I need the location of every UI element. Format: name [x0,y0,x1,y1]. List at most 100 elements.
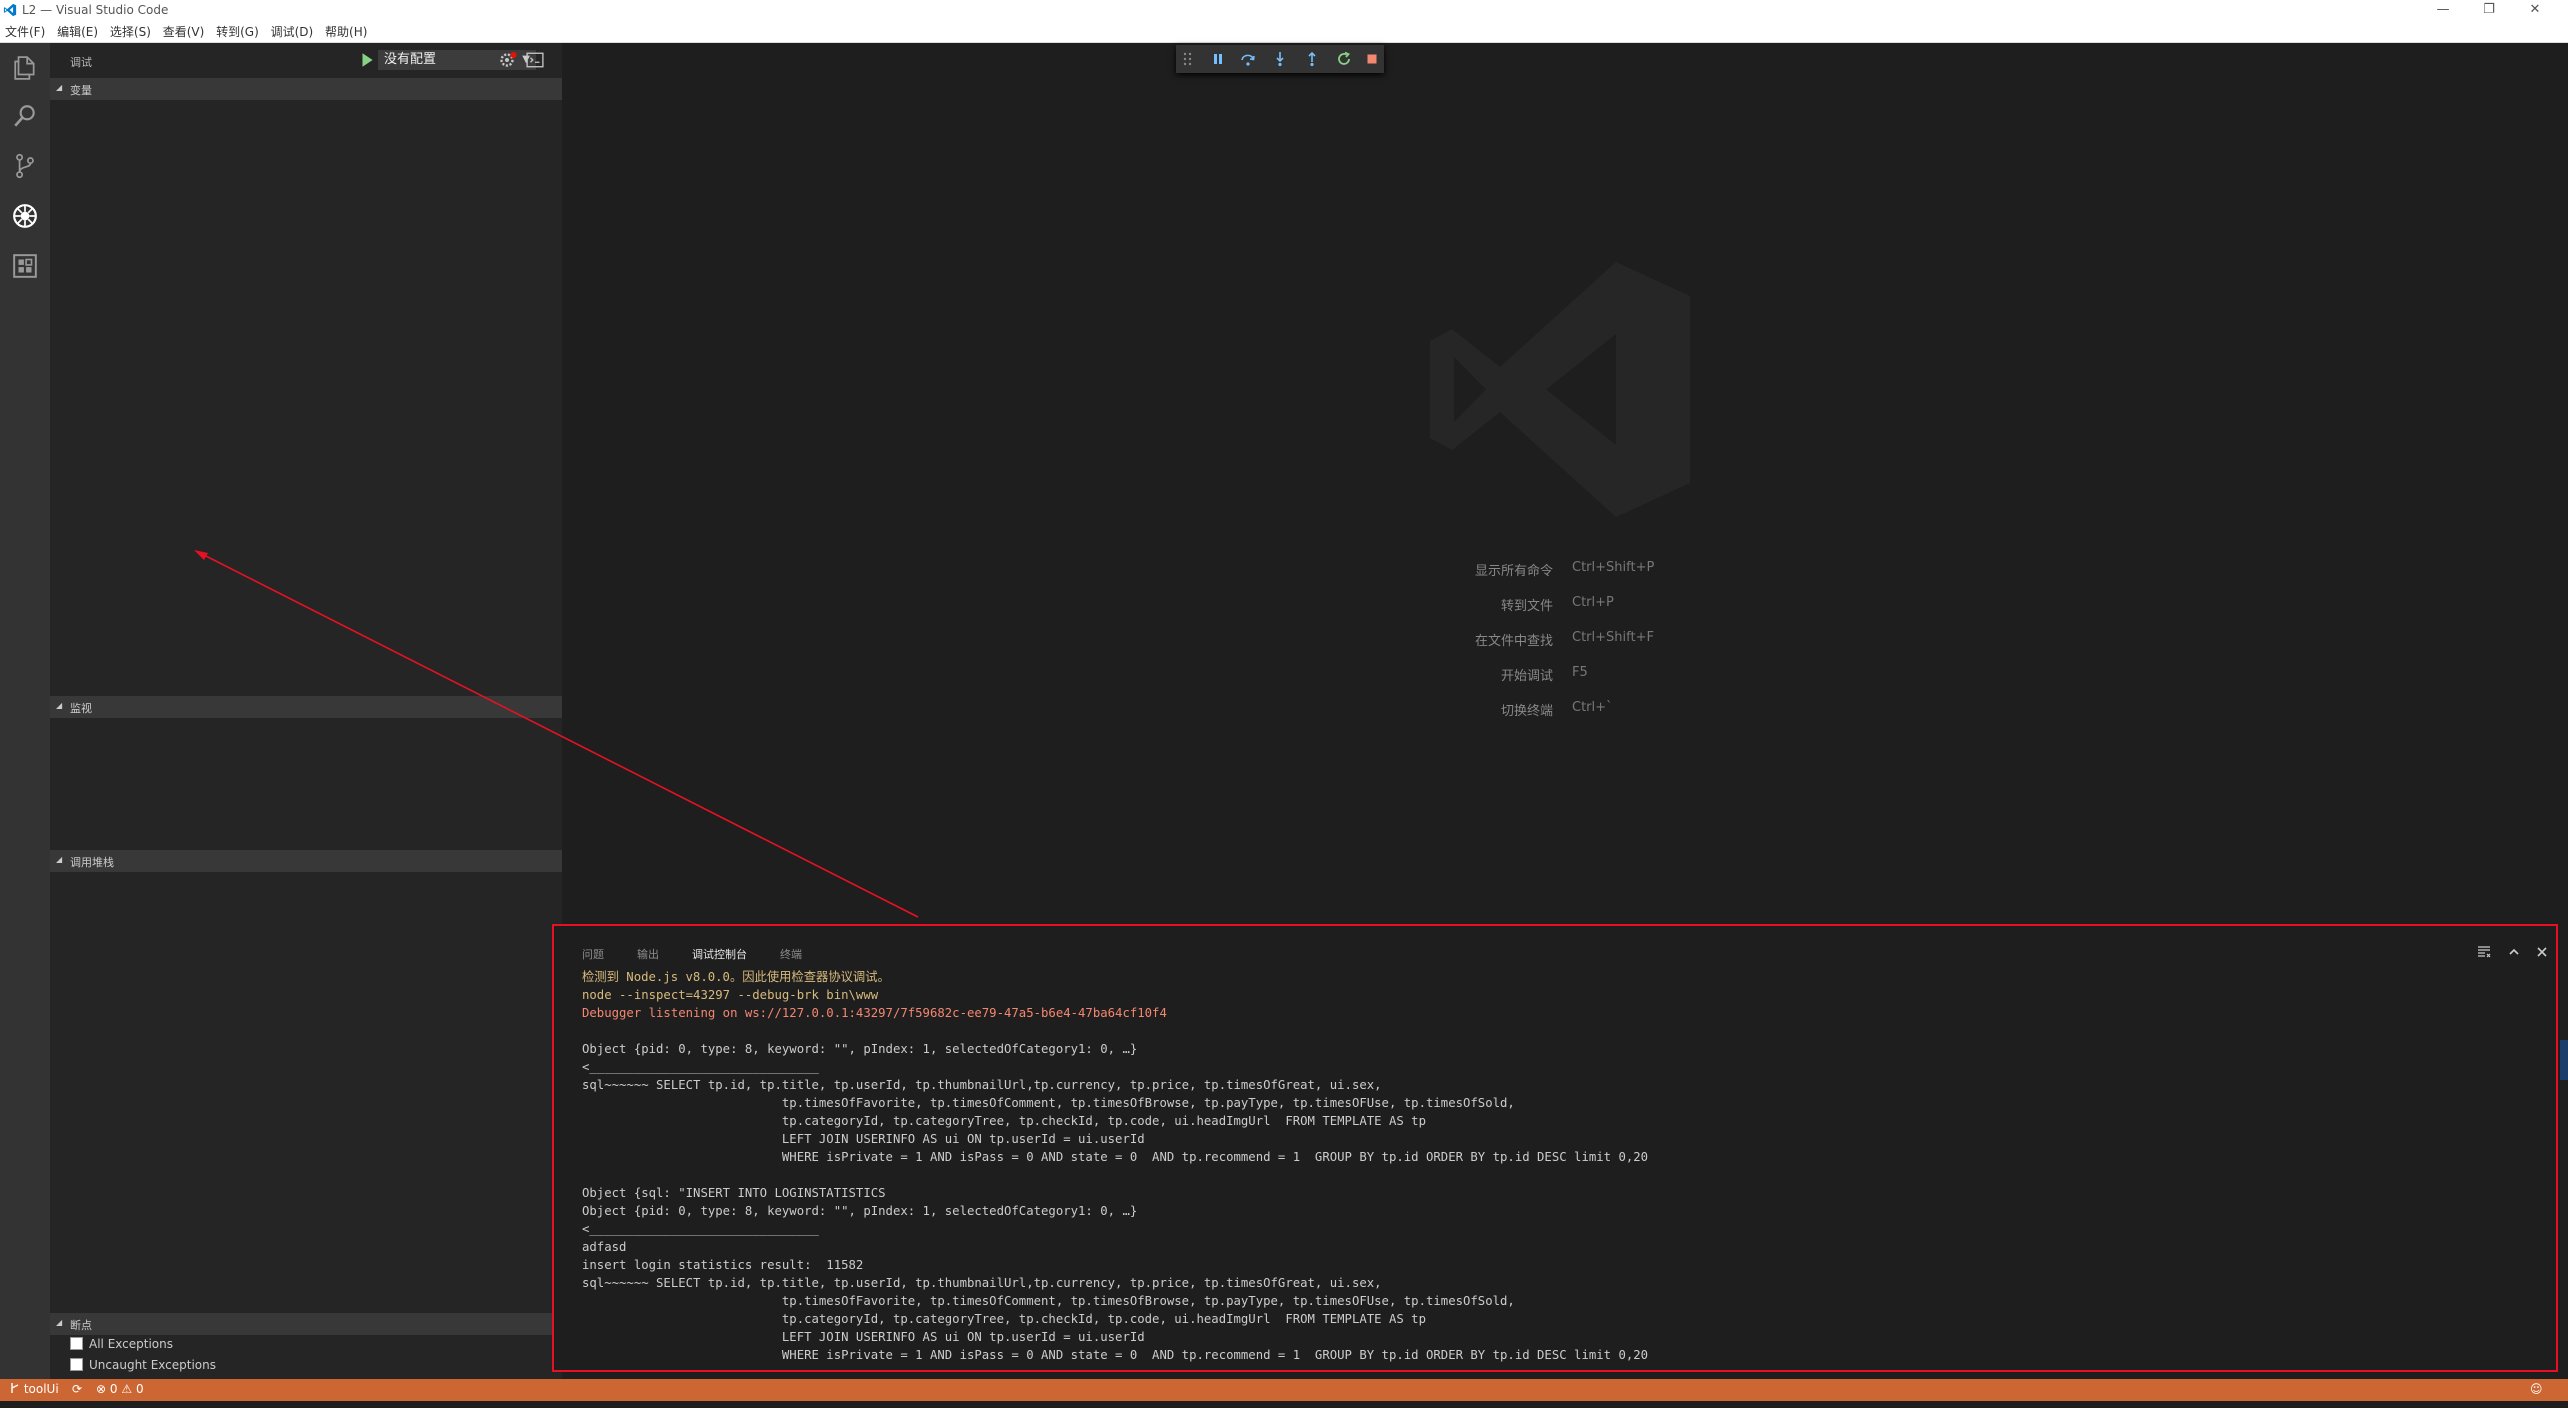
tab-output[interactable]: 输出 [637,946,659,962]
stop-icon[interactable] [1362,49,1382,69]
menu-edit[interactable]: 编辑(E) [54,20,101,40]
bottom-strip [0,1401,2568,1408]
problems-status[interactable]: ⊗ 0 ⚠ 0 [96,1382,144,1396]
tab-terminal[interactable]: 终端 [780,946,802,962]
console-line: WHERE isPrivate = 1 AND isPass = 0 AND s… [582,1348,1649,1362]
menu-view[interactable]: 查看(V) [160,20,208,40]
step-out-icon[interactable] [1302,49,1322,69]
drag-handle-icon[interactable] [1178,49,1198,69]
console-line: LEFT JOIN USERINFO AS ui ON tp.userId = … [582,1132,1145,1146]
menu-debug[interactable]: 调试(D) [268,20,317,40]
console-line-text: Object {pid: 0, type: 8, keyword: "", pI… [582,1042,1138,1056]
checkbox[interactable] [70,1337,83,1350]
editor-edge [2558,43,2568,1379]
breakpoint-uncaught-exceptions[interactable]: Uncaught Exceptions [70,1358,216,1378]
debug-console-icon[interactable] [526,51,544,69]
console-object-line[interactable]: ▶Object {sql: "INSERT INTO LOGINSTATISTI… [582,1184,2542,1202]
console-line: <_______________________________ [582,1222,819,1236]
shortcut-label: 切换终端 [1500,704,1553,719]
extensions-icon [13,254,37,278]
watch-section-header[interactable]: ◢ 监视 [50,696,562,718]
shortcut-row: 在文件中查找 Ctrl+Shift+F [1380,630,1780,652]
variables-section-title: 变量 [70,84,92,97]
menu-selection[interactable]: 选择(S) [107,20,154,40]
tab-debug-console[interactable]: 调试控制台 [692,946,747,962]
breakpoints-section-title: 断点 [70,1319,92,1332]
extensions-button[interactable] [0,242,50,290]
console-line: tp.categoryId, tp.categoryTree, tp.check… [582,1114,1426,1128]
shortcut-label: 在文件中查找 [1474,634,1553,649]
console-line: adfasd [582,1240,627,1254]
step-over-icon[interactable] [1238,49,1258,69]
source-control-icon [16,153,34,179]
minimize-button[interactable]: — [2420,0,2466,20]
explorer-button[interactable] [0,44,50,92]
call-stack-section-header[interactable]: ◢ 调用堆栈 [50,850,562,872]
close-panel-icon[interactable] [2532,942,2552,962]
expanded-triangle-icon: ◢ [56,83,63,92]
console-line-text: Object {sql: "INSERT INTO LOGINSTATISTIC… [582,1186,886,1200]
console-line: LEFT JOIN USERINFO AS ui ON tp.userId = … [582,1330,1145,1344]
console-line: sql~~~~~~ SELECT tp.id, tp.title, tp.use… [582,1078,1382,1092]
restore-button[interactable]: ❐ [2466,0,2512,20]
breakpoint-all-exceptions[interactable]: All Exceptions [70,1337,173,1357]
console-line: insert login statistics result: 11582 [582,1258,864,1272]
shortcut-key: Ctrl+P [1572,595,1614,610]
search-icon [14,105,35,127]
shortcut-key: F5 [1572,665,1588,680]
console-line: 检测到 Node.js v8.0.0。因此使用检查器协议调试。 [582,970,890,984]
menu-goto[interactable]: 转到(G) [213,20,262,40]
console-line: tp.categoryId, tp.categoryTree, tp.check… [582,1312,1426,1326]
feedback-smiley-icon[interactable]: ☺ [2530,1382,2543,1396]
menu-file[interactable]: 文件(F) [2,20,48,40]
debug-icon [13,204,37,228]
step-into-icon[interactable] [1270,49,1290,69]
menu-help[interactable]: 帮助(H) [322,20,370,40]
console-input-prompt[interactable]: › [582,1364,2542,1366]
gear-icon[interactable] [498,50,518,70]
breakpoint-label: Uncaught Exceptions [89,1358,216,1372]
source-control-button[interactable] [0,142,50,190]
maximize-panel-icon[interactable] [2504,942,2524,962]
search-view-button[interactable] [0,92,50,140]
start-debugging-icon[interactable] [358,51,376,69]
debug-toolbar [1176,45,1384,73]
console-output[interactable]: 检测到 Node.js v8.0.0。因此使用检查器协议调试。 node --i… [582,968,2542,1366]
close-window-button[interactable]: ✕ [2512,0,2558,20]
sidebar-header: 调试 没有配置 ▼ [50,43,562,78]
shortcut-row: 显示所有命令 Ctrl+Shift+P [1380,560,1780,582]
shortcut-label: 显示所有命令 [1474,564,1553,579]
call-stack-section-title: 调用堆栈 [70,856,114,869]
activity-bar [0,43,50,1379]
tab-problems[interactable]: 问题 [582,946,604,962]
variables-section-header[interactable]: ◢ 变量 [50,78,562,100]
expanded-triangle-icon: ◢ [56,855,63,864]
console-line: Debugger listening on ws://127.0.0.1:432… [582,1006,1167,1020]
breakpoint-label: All Exceptions [89,1337,173,1351]
shortcut-key: Ctrl+Shift+F [1572,630,1654,645]
error-count: 0 [109,1382,118,1396]
folder-name: toolUi [23,1382,59,1396]
console-object-line[interactable]: ▶Object {pid: 0, type: 8, keyword: "", p… [582,1040,2542,1058]
watch-section-title: 监视 [70,702,92,715]
restart-icon[interactable] [1334,49,1354,69]
warning-count: 0 [135,1382,144,1396]
checkbox[interactable] [70,1358,83,1371]
debug-sidebar: 调试 没有配置 ▼ ◢ 变量 ◢ 监视 ◢ 调用堆栈 ◢ 断点 All Exce… [50,43,562,1379]
debug-view-button[interactable] [0,192,50,240]
error-icon: ⊗ [96,1382,107,1396]
pause-icon[interactable] [1208,49,1228,69]
console-object-line[interactable]: ▶Object {pid: 0, type: 8, keyword: "", p… [582,1202,2542,1220]
vscode-watermark-icon [1430,262,1690,517]
shortcut-label: 转到文件 [1500,599,1553,614]
folder-status[interactable]: toolUi [10,1382,59,1396]
sync-icon[interactable]: ⟳ [72,1382,82,1396]
scroll-indicator [2560,1040,2568,1080]
window-title: L2 — Visual Studio Code [22,3,169,17]
breakpoints-section-header[interactable]: ◢ 断点 [50,1313,562,1335]
clear-console-icon[interactable] [2474,942,2494,962]
console-line: tp.timesOfFavorite, tp.timesOfComment, t… [582,1294,1515,1308]
expanded-triangle-icon: ◢ [56,701,63,710]
